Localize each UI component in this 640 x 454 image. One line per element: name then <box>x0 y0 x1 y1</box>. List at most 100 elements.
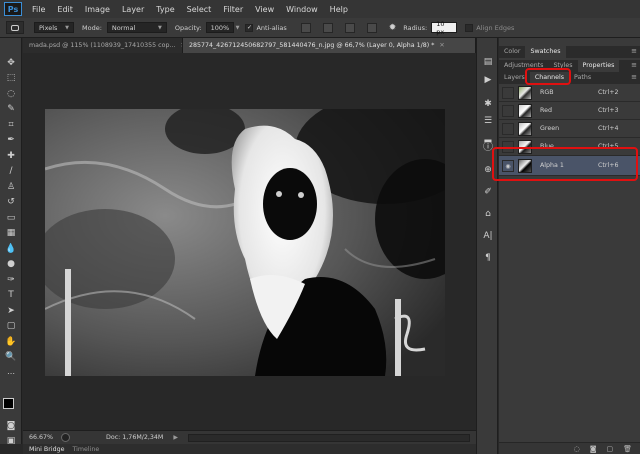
status-bar: 66.67% Doc: 1,76M/2,34M ▶ <box>23 430 476 444</box>
menu-view[interactable]: View <box>255 5 274 14</box>
channel-thumbnail <box>518 121 532 136</box>
canvas-area[interactable] <box>23 53 476 430</box>
healing-brush-tool-icon[interactable]: ✚ <box>4 150 18 163</box>
paragraph-icon[interactable]: ¶ <box>482 252 494 264</box>
gradient-tool-icon[interactable]: ▦ <box>4 227 18 240</box>
new-selection-icon[interactable] <box>300 22 311 33</box>
menu-select[interactable]: Select <box>187 5 212 14</box>
character-icon[interactable]: A| <box>482 230 494 242</box>
menu-file[interactable]: File <box>32 5 45 14</box>
clone-stamp-tool-icon[interactable]: ♙ <box>4 181 18 194</box>
menu-layer[interactable]: Layer <box>122 5 144 14</box>
menu-filter[interactable]: Filter <box>223 5 243 14</box>
load-selection-icon[interactable]: ◌ <box>574 445 580 453</box>
blur-tool-icon[interactable]: 💧 <box>4 243 18 256</box>
lasso-tool-icon[interactable]: ◌ <box>4 88 18 101</box>
foreground-color-swatch[interactable] <box>3 398 14 409</box>
tab-paths[interactable]: Paths <box>569 72 596 84</box>
color-panel-tabs: Color Swatches ≡ <box>499 46 640 58</box>
antialias-checkbox[interactable]: ✓ <box>245 23 254 32</box>
brush-presets-icon[interactable]: ✱ <box>482 98 494 110</box>
tab-color[interactable]: Color <box>499 46 525 58</box>
visibility-toggle[interactable] <box>502 122 514 135</box>
path-operations-icon[interactable] <box>322 22 333 33</box>
path-alignment-icon[interactable] <box>344 22 355 33</box>
more-tools-icon[interactable]: ⋯ <box>4 367 18 380</box>
brush-icon[interactable]: ✐ <box>482 186 494 198</box>
opacity-value: 100% <box>210 23 230 32</box>
channel-thumbnail <box>518 103 532 118</box>
opacity-field[interactable]: 100% <box>205 22 234 33</box>
play-actions-icon[interactable]: ▶ <box>482 74 494 86</box>
channel-name: Green <box>540 125 560 132</box>
close-icon[interactable]: ✕ <box>439 42 444 49</box>
adjust-icon[interactable]: ☰ <box>482 115 494 127</box>
status-icon <box>61 433 71 442</box>
mode-value: Normal <box>111 23 136 32</box>
eraser-tool-icon[interactable]: ▭ <box>4 212 18 225</box>
visibility-toggle[interactable] <box>502 104 514 117</box>
panel-menu-icon[interactable]: ≡ <box>631 72 637 84</box>
align-edges-checkbox[interactable] <box>465 23 474 32</box>
tool-presets-icon[interactable]: ⌂ <box>482 208 494 220</box>
chevron-down-icon: ▼ <box>65 24 69 31</box>
rounded-rectangle-tool-icon[interactable]: ▢ <box>4 320 18 333</box>
history-brush-tool-icon[interactable]: ↺ <box>4 196 18 209</box>
hand-tool-icon[interactable]: ✋ <box>4 336 18 349</box>
panel-menu-icon[interactable]: ≡ <box>631 60 637 72</box>
zoom-tool-icon[interactable]: 🔍 <box>4 351 18 364</box>
zoom-level[interactable]: 66.67% <box>29 434 53 441</box>
panel-menu-icon[interactable]: ≡ <box>631 46 637 58</box>
menu-window[interactable]: Window <box>286 5 318 14</box>
menu-help[interactable]: Help <box>330 5 348 14</box>
document-tab-mada[interactable]: mada.psd @ 115% (1108939_17410355 cop...… <box>23 38 183 53</box>
gear-icon[interactable]: ✹ <box>389 23 397 33</box>
move-tool-icon[interactable]: ✥ <box>4 57 18 70</box>
size-mode-select[interactable]: Pixels ▼ <box>34 22 74 33</box>
brush-tool-icon[interactable]: ∕ <box>4 165 18 178</box>
pen-tool-icon[interactable]: ✑ <box>4 274 18 287</box>
menu-type[interactable]: Type <box>156 5 174 14</box>
menu-image[interactable]: Image <box>85 5 110 14</box>
document-tabs: mada.psd @ 115% (1108939_17410355 cop...… <box>23 38 476 53</box>
status-menu-arrow-icon[interactable]: ▶ <box>173 434 178 441</box>
rounded-rect-icon <box>11 24 19 31</box>
eyedropper-tool-icon[interactable]: ✒ <box>4 134 18 147</box>
marquee-tool-icon[interactable]: ⬚ <box>4 72 18 85</box>
horizontal-scrollbar[interactable] <box>187 433 470 442</box>
quick-select-tool-icon[interactable]: ✎ <box>4 103 18 116</box>
type-tool-icon[interactable]: T <box>4 289 18 302</box>
new-channel-icon[interactable]: ▢ <box>606 445 613 453</box>
tab-swatches[interactable]: Swatches <box>525 46 566 58</box>
dodge-tool-icon[interactable]: ● <box>4 258 18 271</box>
screen-mode-icon[interactable]: ▣ <box>4 435 18 448</box>
quick-mask-icon[interactable]: ◙ <box>4 420 18 433</box>
tab-timeline[interactable]: Timeline <box>72 446 99 453</box>
channel-thumbnail <box>518 85 532 100</box>
right-panel-dock: Color Swatches ≡ Adjustments Styles Prop… <box>492 38 640 454</box>
alpha-channel-highlight <box>492 147 638 181</box>
document-tab-active[interactable]: 285774_426712450682797_581440476_n.jpg @… <box>183 38 476 53</box>
tab-mini-bridge[interactable]: Mini Bridge <box>29 446 64 453</box>
mode-select[interactable]: Normal ▼ <box>106 22 167 33</box>
opacity-slider-arrow-icon[interactable]: ▼ <box>236 25 240 31</box>
radius-input[interactable]: 10 px <box>431 19 458 36</box>
tool-preset-picker[interactable] <box>6 21 24 34</box>
channel-row-rgb[interactable]: RGB Ctrl+2 <box>499 84 640 102</box>
document-image[interactable] <box>45 109 445 376</box>
path-selection-tool-icon[interactable]: ➤ <box>4 305 18 318</box>
tools-panel: ✥ ⬚ ◌ ✎ ⌗ ✒ ✚ ∕ ♙ ↺ ▭ ▦ 💧 ● ✑ T ➤ ▢ ✋ 🔍 … <box>0 38 22 446</box>
channel-row-green[interactable]: Green Ctrl+4 <box>499 120 640 138</box>
save-selection-icon[interactable]: ◙ <box>590 445 597 453</box>
visibility-toggle[interactable] <box>502 86 514 99</box>
history-icon[interactable]: ▤ <box>482 56 494 68</box>
tab-properties[interactable]: Properties <box>577 60 620 72</box>
radius-value: 10 px <box>436 19 445 36</box>
path-arrangement-icon[interactable] <box>366 22 377 33</box>
size-mode-value: Pixels <box>39 23 58 32</box>
crop-tool-icon[interactable]: ⌗ <box>4 119 18 132</box>
bottom-panel-tabs: Mini Bridge Timeline <box>23 444 476 454</box>
channel-row-red[interactable]: Red Ctrl+3 <box>499 102 640 120</box>
trash-icon[interactable]: 🗑 <box>623 445 632 453</box>
menu-edit[interactable]: Edit <box>57 5 73 14</box>
